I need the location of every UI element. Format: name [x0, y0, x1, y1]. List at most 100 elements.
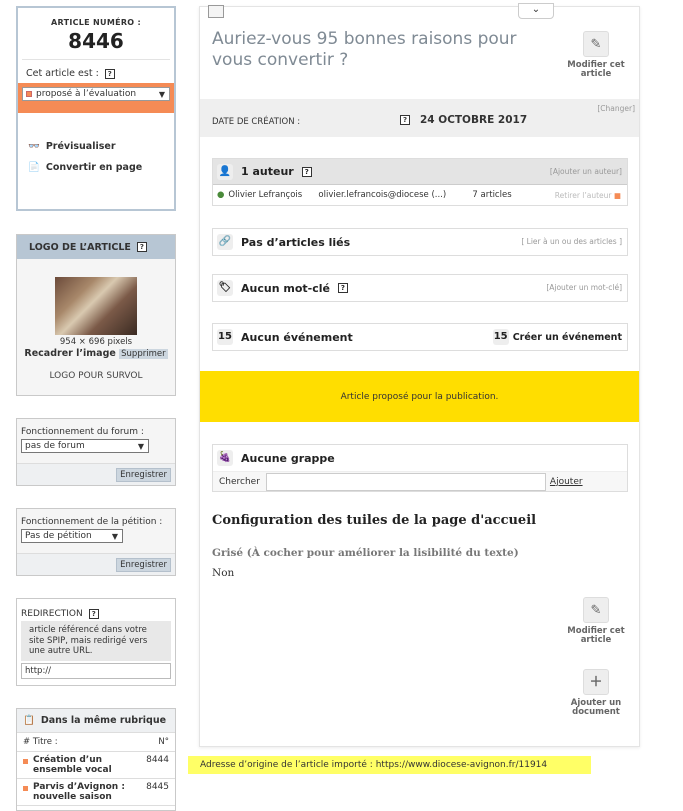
status-select-wrapper: proposé à l’évaluation ▼	[18, 83, 174, 113]
edit-article-button[interactable]: ✎ Modifier cet article	[566, 31, 626, 79]
help-icon[interactable]: ?	[400, 115, 410, 125]
chevron-down-icon: ▼	[111, 531, 118, 541]
grapes-icon: 🍇	[217, 450, 233, 466]
events-panel: 15 Aucun événement 15 Créer un événement	[212, 323, 628, 351]
article-logo-image[interactable]	[55, 277, 137, 335]
date-label: DATE DE CRÉATION :	[212, 117, 301, 127]
supprimer-button[interactable]: Supprimer	[119, 349, 168, 359]
user-icon: 👤	[217, 163, 233, 180]
article-number: 8446	[68, 29, 124, 53]
forum-save-button[interactable]: Enregistrer	[116, 468, 171, 482]
status-dot-icon	[26, 91, 32, 97]
create-event-label: Créer un événement	[512, 331, 622, 343]
linked-articles-panel: 🔗 Pas d’articles liés [ Lier à un ou des…	[212, 228, 628, 256]
rubrique-header: 📋 Dans la même rubrique	[17, 709, 175, 733]
petition-select[interactable]: Pas de pétition ▼	[21, 529, 123, 543]
main-content: ⌄ Auriez-vous 95 bonnes raisons pour vou…	[199, 3, 640, 747]
status-dot-icon	[23, 759, 28, 764]
add-document-label: Ajouter un document	[570, 698, 622, 717]
collapse-toggle[interactable]: ⌄	[518, 3, 554, 19]
add-keyword-link[interactable]: [Ajouter un mot-clé]	[546, 283, 622, 292]
convert-page-icon: 📄	[28, 162, 40, 173]
add-calendar-icon: 15	[492, 329, 509, 345]
forum-label: Fonctionnement du forum :	[21, 427, 144, 437]
preview-icon: 👓	[28, 141, 40, 152]
search-input[interactable]	[265, 472, 546, 491]
petition-save-button[interactable]: Enregistrer	[116, 558, 171, 572]
rubrique-title: Dans la même rubrique	[40, 715, 167, 726]
article-info-box: ARTICLE NUMÉRO : 8446 Cet article est : …	[16, 6, 176, 211]
tag-icon: 🏷	[217, 280, 233, 296]
col-title[interactable]: # Titre :	[23, 737, 58, 747]
row-num: 8444	[146, 755, 169, 765]
row-title-text: Création d’un ensemble vocal	[33, 755, 112, 775]
add-author-link[interactable]: [Ajouter un auteur]	[550, 167, 622, 176]
redirect-info: article référencé dans votre site SPIP, …	[21, 621, 171, 661]
col-num[interactable]: N°	[158, 737, 169, 747]
keywords-title: Aucun mot-clé	[241, 281, 330, 295]
grappe-panel: 🍇 Aucune grappe Chercher Ajouter	[212, 444, 628, 492]
edit-article-icon: ✎	[583, 31, 609, 57]
edit-article-button[interactable]: ✎ Modifier cet article	[566, 597, 626, 645]
table-row[interactable]: Parvis d’Avignon : nouvelle saison 8445	[17, 779, 175, 806]
table-row[interactable]: Création d’un ensemble vocal 8444	[17, 752, 175, 779]
keywords-panel: 🏷 Aucun mot-clé ? [Ajouter un mot-clé]	[212, 274, 628, 302]
help-icon[interactable]: ?	[104, 68, 115, 79]
events-title: Aucun événement	[241, 330, 353, 344]
authors-panel: 👤 1 auteur ? [Ajouter un auteur] ● Olivi…	[212, 158, 628, 206]
grappe-header: 🍇 Aucune grappe	[213, 445, 627, 471]
forum-select[interactable]: pas de forum ▼	[21, 439, 149, 453]
redirect-header: REDIRECTION ?	[21, 609, 175, 619]
publication-notice: Article proposé pour la publication.	[200, 371, 639, 422]
linked-articles-title: Pas d’articles liés	[241, 235, 351, 249]
article-number-label: ARTICLE NUMÉRO :	[50, 18, 141, 27]
add-grappe-link[interactable]: Ajouter	[550, 477, 583, 487]
convert-page-link[interactable]: 📄 Convertir en page	[28, 162, 174, 173]
user-icon: ●	[217, 190, 225, 200]
row-title-text: Parvis d’Avignon : nouvelle saison	[33, 782, 125, 802]
search-label: Chercher	[219, 476, 260, 487]
linked-articles-header: 🔗 Pas d’articles liés [ Lier à un ou des…	[213, 229, 627, 255]
forum-box: Fonctionnement du forum : pas de forum ▼…	[16, 418, 176, 486]
divider	[22, 59, 170, 60]
recadrer-link[interactable]: Recadrer l’image	[24, 348, 115, 359]
preview-link[interactable]: 👓 Prévisualiser	[28, 141, 174, 152]
help-icon[interactable]: ?	[301, 166, 312, 177]
help-icon[interactable]: ?	[88, 609, 99, 619]
status-select-value: proposé à l’évaluation	[36, 89, 137, 99]
grappe-title: Aucune grappe	[241, 451, 335, 465]
convert-page-label: Convertir en page	[45, 162, 143, 173]
petition-select-value: Pas de pétition	[25, 531, 92, 541]
rubrique-columns: # Titre : N°	[17, 733, 175, 752]
remove-author-link[interactable]: Retirer l’auteur ■	[555, 191, 621, 200]
author-name[interactable]: Olivier Lefrançois	[228, 190, 318, 200]
edit-article-icon: ✎	[583, 597, 609, 623]
help-icon[interactable]: ?	[136, 242, 147, 252]
add-document-button[interactable]: ＋ Ajouter un document	[566, 669, 626, 717]
preview-label: Prévisualiser	[45, 141, 116, 152]
rubrique-box: 📋 Dans la même rubrique # Titre : N° Cré…	[16, 708, 176, 811]
forum-footer: Enregistrer	[17, 463, 175, 485]
logo-title: LOGO DE L’ARTICLE	[29, 241, 131, 253]
config-field-label: Grisé (À cocher pour améliorer la lisibi…	[212, 547, 519, 559]
date-change-link[interactable]: [Changer]	[597, 104, 635, 113]
authors-title: 1 auteur	[241, 165, 294, 178]
chevron-down-icon: ▼	[158, 89, 165, 99]
logo-box: LOGO DE L’ARTICLE ? 954 × 696 pixels Rec…	[16, 234, 176, 396]
help-icon[interactable]: ?	[337, 283, 348, 293]
redirect-url-input[interactable]: http://	[21, 662, 171, 679]
create-event-button[interactable]: 15 Créer un événement	[492, 329, 622, 345]
date-text: 24 OCTOBRE 2017	[420, 114, 528, 126]
link-articles-link[interactable]: [ Lier à un ou des articles ]	[521, 237, 622, 246]
status-select[interactable]: proposé à l’évaluation ▼	[22, 87, 170, 101]
forum-select-value: pas de forum	[25, 441, 85, 451]
remove-author-label: Retirer l’auteur	[554, 190, 612, 200]
row-title: Parvis d’Avignon : nouvelle saison	[23, 782, 146, 802]
status-label-text: Cet article est :	[26, 68, 99, 79]
author-email[interactable]: olivier.lefrancois@diocese (...)	[318, 190, 472, 200]
import-url[interactable]: https://www.diocese-avignon.fr/11914	[376, 760, 547, 770]
status-dot-icon	[23, 786, 28, 791]
row-num: 8445	[146, 782, 169, 792]
import-label: Adresse d’origine de l’article importé :	[200, 760, 373, 770]
logo-survol-label[interactable]: LOGO POUR SURVOL	[17, 371, 175, 381]
